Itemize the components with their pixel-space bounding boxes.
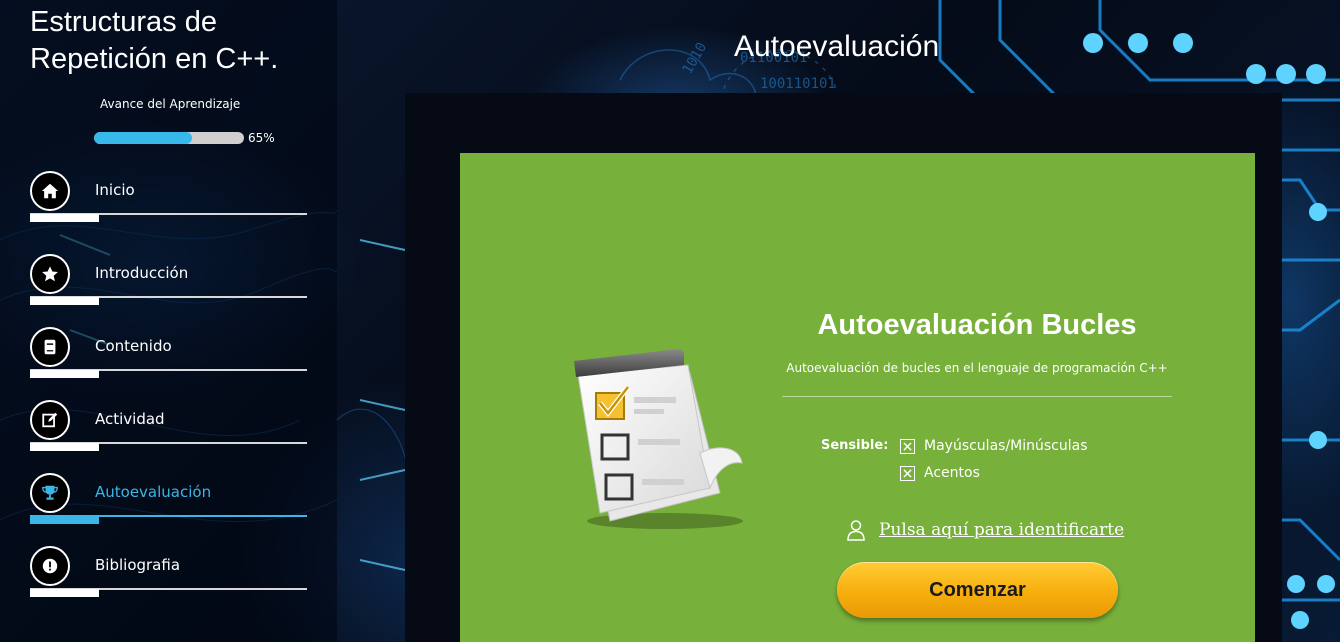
nav-item-inicio[interactable]: Inicio (30, 171, 307, 222)
sensible-label: Sensible: (821, 438, 889, 453)
svg-text:1010: 1010 (680, 40, 711, 77)
checklist-notepad-icon (574, 349, 743, 529)
case-sensitive-label: Mayúsculas/Minúsculas (924, 438, 1088, 454)
case-sensitive-option[interactable]: Mayúsculas/Minúsculas (900, 438, 1088, 454)
quiz-card: Autoevaluación Bucles Autoevaluación de … (460, 153, 1255, 642)
identify-link-row[interactable]: Pulsa aquí para identificarte (846, 519, 1124, 541)
progress-label: Avance del Aprendizaje (100, 97, 241, 111)
x-icon (900, 438, 915, 454)
nav-item-actividad[interactable]: Actividad (30, 400, 307, 451)
quiz-divider (782, 396, 1172, 397)
nav-item-contenido[interactable]: Contenido (30, 327, 307, 378)
accents-option[interactable]: Acentos (900, 465, 980, 481)
nav-progress-marker (30, 214, 99, 222)
progress-bar (94, 132, 244, 144)
nav-label-introduccion: Introducción (95, 264, 189, 282)
nav-progress-marker (30, 297, 99, 305)
star-icon (30, 254, 70, 294)
nav-progress-marker (30, 516, 99, 524)
nav-label-contenido: Contenido (95, 337, 172, 355)
svg-text:100110101: 100110101 (760, 76, 836, 92)
quiz-description: Autoevaluación de bucles en el lenguaje … (786, 361, 1168, 375)
alert-icon (30, 546, 70, 586)
nav-item-introduccion[interactable]: Introducción (30, 254, 307, 305)
nav-item-autoevaluacion[interactable]: Autoevaluación (30, 473, 307, 524)
home-icon (30, 171, 70, 211)
sidebar: Estructuras de Repetición en C++. Avance… (0, 0, 337, 642)
progress-percent: 65% (248, 131, 275, 145)
nav-label-bibliografia: Bibliografia (95, 556, 181, 574)
edit-icon (30, 400, 70, 440)
start-button[interactable]: Comenzar (837, 562, 1118, 618)
progress-fill (94, 132, 192, 144)
user-icon (847, 520, 865, 541)
page-title: Autoevaluación (734, 30, 940, 63)
nav-label-actividad: Actividad (95, 410, 165, 428)
identify-link[interactable]: Pulsa aquí para identificarte (879, 520, 1124, 540)
nav-progress-marker (30, 443, 99, 451)
book-icon (30, 327, 70, 367)
nav-label-inicio: Inicio (95, 181, 135, 199)
trophy-icon (30, 473, 70, 513)
nav-item-bibliografia[interactable]: Bibliografia (30, 546, 307, 597)
quiz-title: Autoevaluación Bucles (817, 309, 1137, 341)
x-icon (900, 465, 915, 481)
nav-progress-marker (30, 589, 99, 597)
accents-label: Acentos (924, 465, 980, 481)
nav-progress-marker (30, 370, 99, 378)
course-title: Estructuras de Repetición en C++. (30, 6, 279, 75)
nav-label-autoevaluacion: Autoevaluación (95, 483, 212, 501)
